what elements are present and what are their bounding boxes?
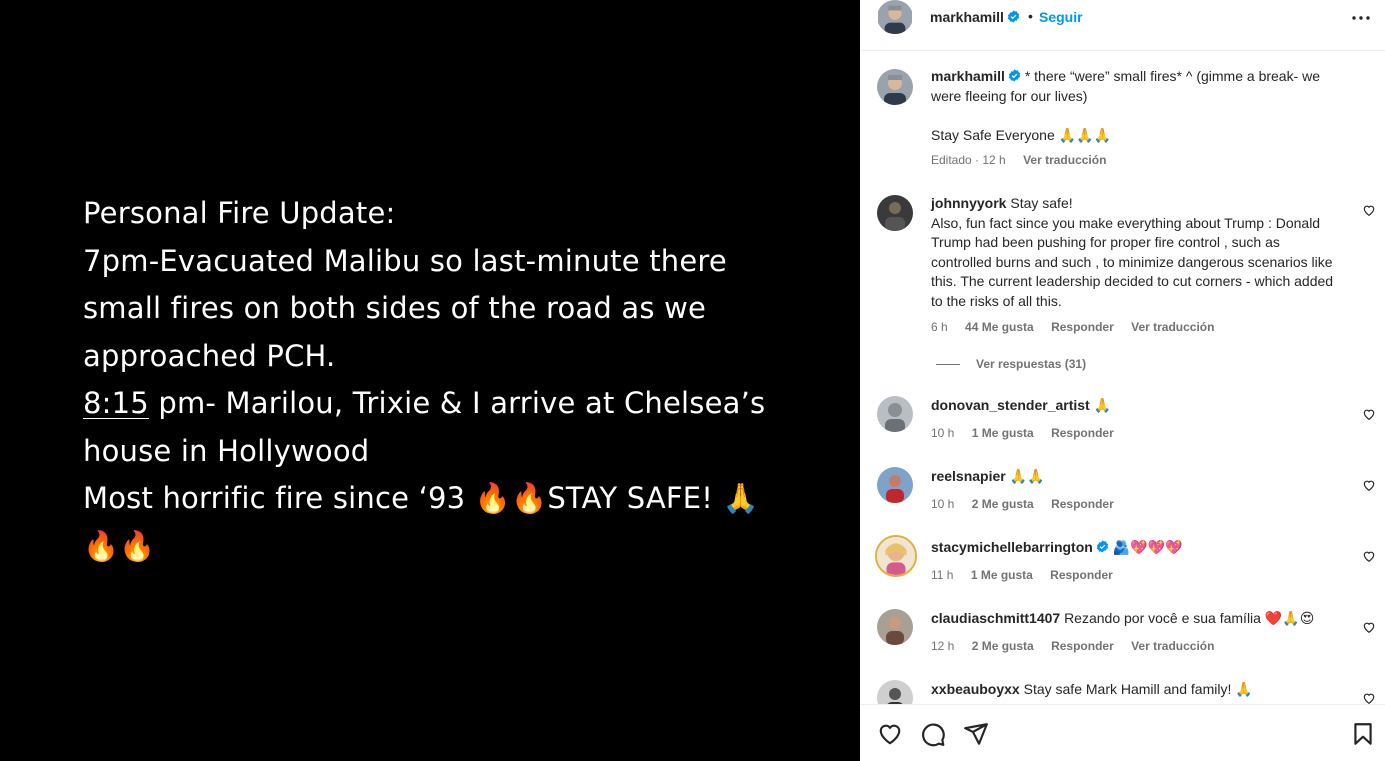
time-link[interactable]: 8:15 [83,386,149,420]
media-line: house in Hollywood [83,433,370,468]
commenter-avatar[interactable] [875,535,917,577]
comment-username[interactable]: donovan_stender_artist [931,397,1090,413]
like-count[interactable]: 1 Me gusta [972,426,1034,440]
heart-icon[interactable] [877,721,903,747]
commenter-avatar[interactable] [877,467,913,503]
comment-time: 11 h [931,568,954,582]
comment-like-icon[interactable] [1362,407,1376,421]
media-line: Personal Fire Update: [83,196,396,230]
post-sidebar: markhamill • Seguir markhamill * there “… [860,0,1385,761]
comment-meta: 12 h 2 Me gusta Responder Ver traducción [931,639,1228,653]
translate-link[interactable]: Ver traducción [1023,153,1106,167]
comment-meta: 6 h 44 Me gusta Responder Ver traducción [931,320,1228,334]
post-image-text: Personal Fire Update: 7pm-Evacuated Mali… [83,190,783,570]
author-avatar[interactable] [877,69,913,105]
author-avatar[interactable] [877,0,913,34]
comment-meta: 10 h 2 Me gusta Responder [931,497,1128,511]
caption-username[interactable]: markhamill [931,68,1005,84]
caption-body: markhamill * there “were” small fires* ^… [931,67,1343,106]
commenter-avatar[interactable] [877,680,913,704]
verified-badge-icon [1007,10,1020,23]
comment-body: xxbeauboyxx Stay safe Mark Hamill and fa… [931,680,1343,700]
comment-meta: 11 h 1 Me gusta Responder [931,568,1127,582]
like-count[interactable]: 2 Me gusta [972,497,1034,511]
post-media[interactable]: Personal Fire Update: 7pm-Evacuated Mali… [0,0,860,761]
author-username-text[interactable]: markhamill [930,9,1004,25]
like-count[interactable]: 1 Me gusta [971,568,1033,582]
replies-divider [936,364,960,366]
follow-button[interactable]: Seguir [1039,9,1083,25]
reply-button[interactable]: Responder [1051,426,1114,440]
comment-time: 6 h [931,320,948,334]
comment-icon[interactable] [920,721,946,747]
reply-button[interactable]: Responder [1051,320,1114,334]
share-icon[interactable] [963,721,989,747]
comment-username[interactable]: stacymichellebarrington [931,539,1093,555]
media-line: 8:15 pm- Marilou, Trixie & I arrive at C… [83,380,783,428]
bookmark-icon[interactable] [1350,721,1376,747]
media-line: 🔥🔥 [83,528,156,563]
comment-text-more: Also, fun fact since you make everything… [931,214,1334,309]
more-options-icon[interactable] [1351,9,1371,27]
media-line: approached PCH. [83,338,336,373]
media-line: Most horrific fire since ‘93 🔥🔥STAY SAFE… [83,481,759,515]
comment-like-icon[interactable] [1362,203,1376,217]
comment-body: donovan_stender_artist 🙏 [931,396,1343,416]
translate-link[interactable]: Ver traducción [1131,639,1214,653]
post-viewer: Personal Fire Update: 7pm-Evacuated Mali… [0,0,1385,761]
comment-body: stacymichellebarrington 🫂💖💖💖 [931,538,1343,558]
comment-body: claudiaschmitt1407 Rezando por você e su… [931,609,1343,629]
media-line: small fires on both sides of the road as… [83,291,707,325]
post-header: markhamill • Seguir [860,0,1385,51]
comment-time: 10 h [931,426,955,440]
comment-text: Rezando por você e sua família ❤️🙏😍 [1064,610,1315,626]
comment-username[interactable]: xxbeauboyxx [931,681,1020,697]
verified-badge-icon [1008,69,1021,82]
caption-time: Editado · 12 h [931,153,1006,167]
author-username[interactable]: markhamill [930,9,1020,25]
comment-time: 12 h [931,639,955,653]
comment-username[interactable]: claudiaschmitt1407 [931,610,1060,626]
comment-meta: 10 h 1 Me gusta Responder [931,426,1128,440]
comment-like-icon[interactable] [1362,549,1376,563]
translate-link[interactable]: Ver traducción [1131,320,1214,334]
post-action-bar [860,704,1385,761]
commenter-avatar[interactable] [877,396,913,432]
comment-time: 10 h [931,497,955,511]
commenter-avatar[interactable] [877,609,913,645]
like-count[interactable]: 2 Me gusta [972,639,1034,653]
comment-body: johnnyyork Stay safe! Also, fun fact sin… [931,194,1343,311]
like-count[interactable]: 44 Me gusta [965,320,1034,334]
reply-button[interactable]: Responder [1051,497,1114,511]
verified-badge-icon [1096,540,1109,553]
comment-username[interactable]: reelsnapier [931,468,1006,484]
separator-dot: • [1028,8,1033,24]
caption-text-2: Stay Safe Everyone 🙏🙏🙏 [931,127,1111,143]
comment-like-icon[interactable] [1362,478,1376,492]
reply-button[interactable]: Responder [1050,568,1113,582]
media-line-text: pm- Marilou, Trixie & I arrive at Chelse… [158,386,766,420]
media-line: 7pm-Evacuated Malibu so last-minute ther… [83,243,727,278]
comment-username[interactable]: johnnyyork [931,195,1006,211]
view-replies-label[interactable]: Ver respuestas (31) [976,357,1086,371]
reply-button[interactable]: Responder [1051,639,1114,653]
comment-text: Stay safe! [1010,195,1073,211]
comment-text: 🙏🙏 [1009,468,1045,484]
comments-list[interactable]: markhamill * there “were” small fires* ^… [860,52,1385,704]
comment-body: reelsnapier 🙏🙏 [931,467,1343,487]
comment-text: 🙏 [1093,397,1112,413]
caption-meta: Editado · 12 h Ver traducción [931,153,1120,167]
view-replies-button[interactable]: Ver respuestas (31) [936,357,1086,371]
comment-text: 🫂💖💖💖 [1112,539,1183,555]
comment-like-icon[interactable] [1362,620,1376,634]
comment-text: Stay safe Mark Hamill and family! 🙏 [1023,681,1253,697]
commenter-avatar[interactable] [877,195,913,231]
comment-like-icon[interactable] [1362,691,1376,704]
